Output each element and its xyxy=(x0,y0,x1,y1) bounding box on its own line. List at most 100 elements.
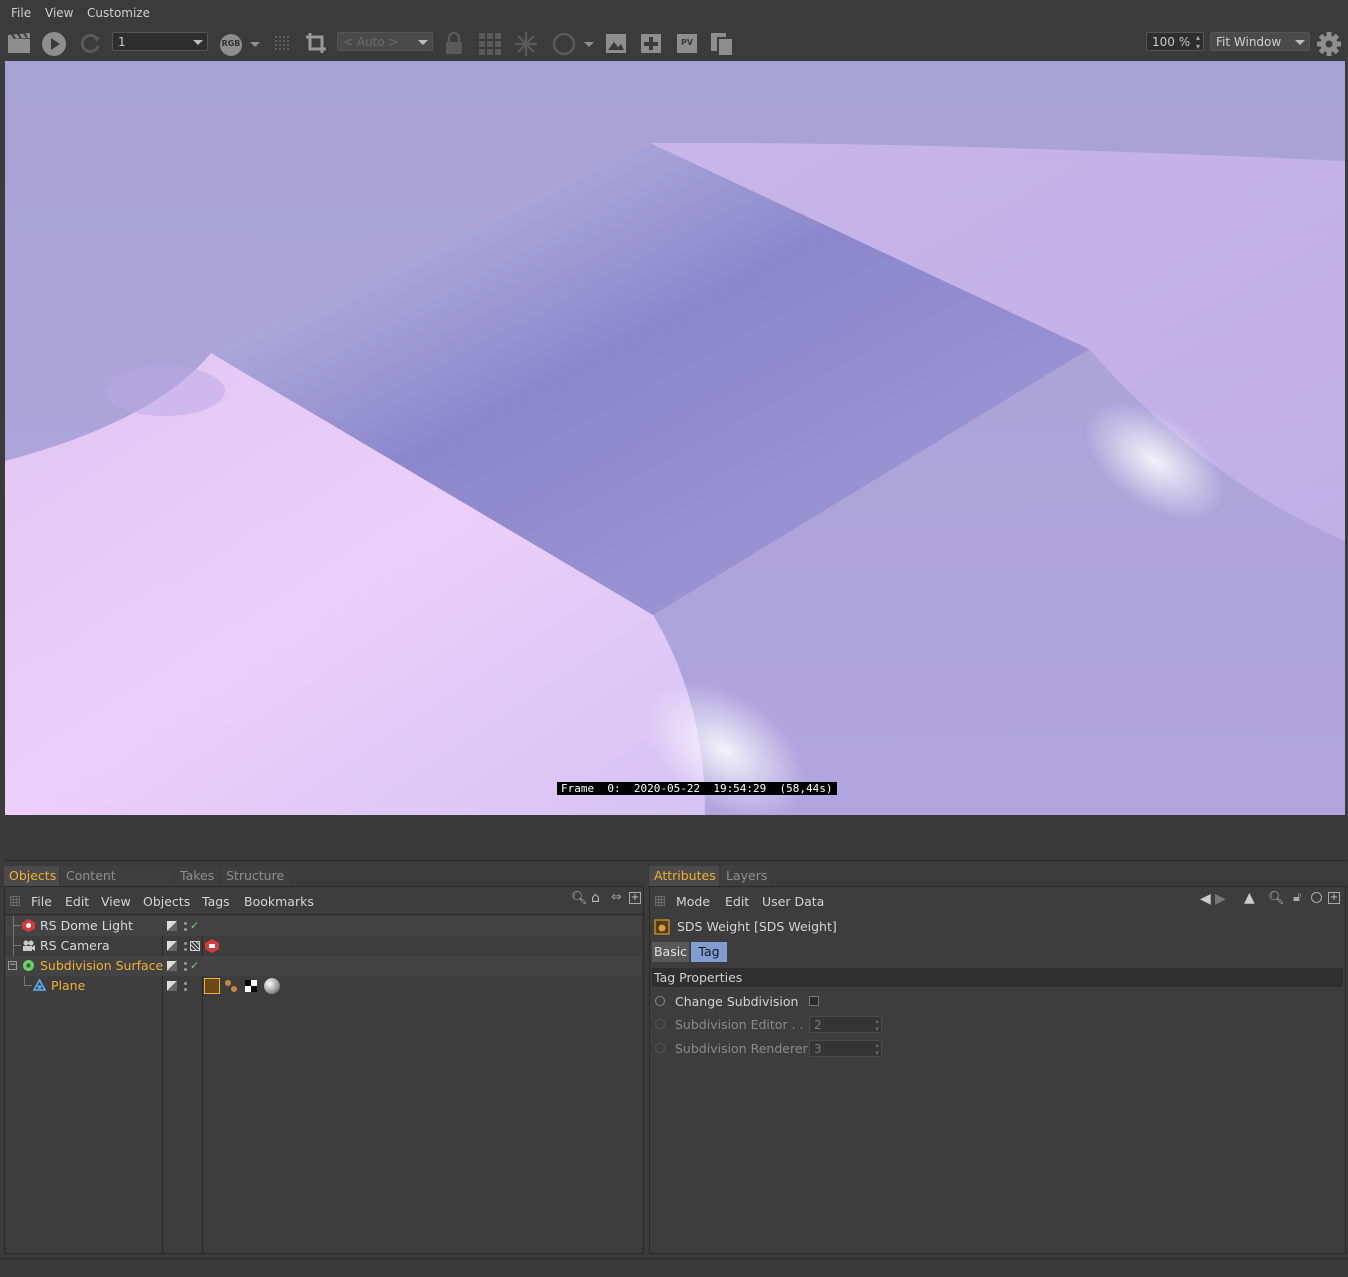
render-viewport[interactable] xyxy=(5,61,1345,815)
subdivision-renderer-field[interactable]: 3 ▴ ▾ xyxy=(809,1040,882,1057)
auto-combo[interactable]: < Auto > xyxy=(337,32,433,51)
object-name: RS Camera xyxy=(40,938,110,953)
change-subdivision-checkbox[interactable] xyxy=(809,996,819,1006)
target-icon[interactable] xyxy=(1311,892,1322,903)
tab-takes[interactable]: Takes xyxy=(175,866,219,886)
fit-window-combo[interactable]: Fit Window xyxy=(1210,32,1310,51)
render-dot-icon[interactable] xyxy=(184,968,187,971)
snowflake-icon[interactable] xyxy=(513,30,539,56)
copy-icon[interactable] xyxy=(709,30,735,57)
subtab-tag[interactable]: Tag xyxy=(691,942,727,962)
tab-objects[interactable]: Objects xyxy=(4,866,59,886)
target-tag-icon[interactable] xyxy=(190,941,200,951)
render-dot-icon[interactable] xyxy=(184,928,187,931)
section-header[interactable]: Tag Properties xyxy=(652,968,1343,987)
menu-file[interactable]: File xyxy=(11,6,31,20)
objects-menu-edit[interactable]: Edit xyxy=(65,894,89,909)
panel-grip-icon[interactable] xyxy=(10,896,20,906)
play-icon[interactable] xyxy=(41,30,67,56)
sds-weight-tag-icon[interactable] xyxy=(204,978,220,994)
editor-dot-icon[interactable] xyxy=(184,942,187,945)
collapse-icon[interactable]: − xyxy=(8,961,17,970)
animate-radio[interactable] xyxy=(655,1019,665,1029)
visibility-toggle-icon[interactable] xyxy=(167,981,177,991)
stepper-arrows-icon[interactable]: ▴ ▾ xyxy=(875,1041,879,1057)
chevron-down-icon[interactable] xyxy=(582,30,596,56)
object-row[interactable]: RS Camera xyxy=(5,936,641,956)
rgb-icon[interactable]: RGB xyxy=(218,30,244,56)
clapboard-icon[interactable] xyxy=(6,30,32,56)
grid-icon[interactable] xyxy=(477,30,503,56)
auto-combo-value: < Auto > xyxy=(343,35,399,49)
panel-grip-icon[interactable] xyxy=(655,896,665,906)
editor-dot-icon[interactable] xyxy=(184,922,187,925)
stepper-arrows-icon[interactable]: ▴ ▾ xyxy=(1196,33,1200,51)
attributes-menu-edit[interactable]: Edit xyxy=(725,894,749,909)
frame-combo[interactable]: 1 xyxy=(112,32,208,51)
objects-menu-objects[interactable]: Objects xyxy=(143,894,190,909)
render-image xyxy=(5,61,1345,815)
image-icon[interactable] xyxy=(603,30,629,56)
animate-radio[interactable] xyxy=(655,996,665,1006)
visibility-toggle-icon[interactable] xyxy=(167,961,177,971)
refresh-icon[interactable] xyxy=(77,30,103,56)
pv-icon[interactable]: PV xyxy=(674,30,700,56)
attributes-menu-mode[interactable]: Mode xyxy=(676,894,710,909)
lock-icon[interactable] xyxy=(441,30,467,56)
check-icon[interactable]: ✓ xyxy=(190,919,199,932)
tree-line xyxy=(24,985,32,986)
field-value: 2 xyxy=(814,1018,822,1032)
objects-menu-file[interactable]: File xyxy=(31,894,52,909)
crop-icon[interactable] xyxy=(303,30,329,56)
editor-dot-icon[interactable] xyxy=(184,962,187,965)
attributes-menu-user-data[interactable]: User Data xyxy=(762,894,824,909)
objects-menu-tags[interactable]: Tags xyxy=(202,894,230,909)
forward-arrow-icon[interactable]: ▶ xyxy=(1215,891,1226,907)
dots-grid-icon[interactable] xyxy=(270,30,296,56)
uvw-tag-icon[interactable] xyxy=(245,980,257,992)
subtab-basic[interactable]: Basic xyxy=(652,942,689,962)
gear-icon[interactable] xyxy=(1316,30,1342,56)
search-icon[interactable]: 🔍︎ xyxy=(1268,891,1285,906)
objects-menu-view[interactable]: View xyxy=(101,894,131,909)
object-row[interactable]: RS Dome Light ✓ xyxy=(5,916,641,976)
animate-radio[interactable] xyxy=(655,1043,665,1053)
stepper-arrows-icon[interactable]: ▴ ▾ xyxy=(875,1017,879,1033)
tab-layers[interactable]: Layers xyxy=(721,866,769,886)
add-image-icon[interactable] xyxy=(638,30,664,56)
expand-icon[interactable]: + xyxy=(1328,892,1340,904)
tab-attributes[interactable]: Attributes xyxy=(649,866,719,886)
menu-view[interactable]: View xyxy=(45,6,73,20)
expand-icon[interactable]: + xyxy=(629,892,641,904)
chevron-down-icon xyxy=(418,40,428,45)
tab-content-browser[interactable]: Content Browser xyxy=(61,866,173,903)
editor-dot-icon[interactable] xyxy=(184,982,187,985)
home-icon[interactable]: ⌂ xyxy=(591,890,600,906)
search-icon[interactable]: 🔍︎ xyxy=(571,891,588,906)
attributes-header: SDS Weight [SDS Weight] xyxy=(677,919,837,934)
arrows-icon[interactable]: ⇔ xyxy=(611,890,622,905)
subdivision-editor-field[interactable]: 2 ▴ ▾ xyxy=(809,1016,882,1033)
circle-icon[interactable] xyxy=(551,30,577,56)
render-dot-icon[interactable] xyxy=(184,988,187,991)
tab-structure[interactable]: Structure xyxy=(221,866,289,886)
menu-customize[interactable]: Customize xyxy=(87,6,150,20)
objects-tabbar: Objects Content Browser Takes Structure xyxy=(4,864,644,903)
pointer-icon[interactable]: ▲ xyxy=(1244,890,1255,906)
check-icon[interactable]: ✓ xyxy=(190,959,199,972)
vertex-map-tag-icon[interactable] xyxy=(224,979,238,993)
camera-tag-icon[interactable] xyxy=(205,939,219,953)
render-dot-icon[interactable] xyxy=(184,948,187,951)
zoom-stepper[interactable]: 100 % ▴ ▾ xyxy=(1146,32,1204,51)
object-row[interactable]: Plane xyxy=(5,976,641,996)
material-tag-icon[interactable] xyxy=(263,977,281,995)
visibility-toggle-icon[interactable] xyxy=(167,921,177,931)
visibility-toggle-icon[interactable] xyxy=(167,941,177,951)
object-row[interactable]: − Subdivision Surface ✓ xyxy=(5,956,641,976)
chevron-down-icon[interactable] xyxy=(248,30,262,56)
lock-icon[interactable]: 🔓︎ xyxy=(1293,890,1301,905)
objects-panel: File Edit View Objects Tags Bookmarks 🔍︎… xyxy=(4,886,644,1254)
object-name: Subdivision Surface xyxy=(40,958,164,973)
back-arrow-icon[interactable]: ◀ xyxy=(1200,891,1211,907)
objects-menu-bookmarks[interactable]: Bookmarks xyxy=(244,894,314,909)
